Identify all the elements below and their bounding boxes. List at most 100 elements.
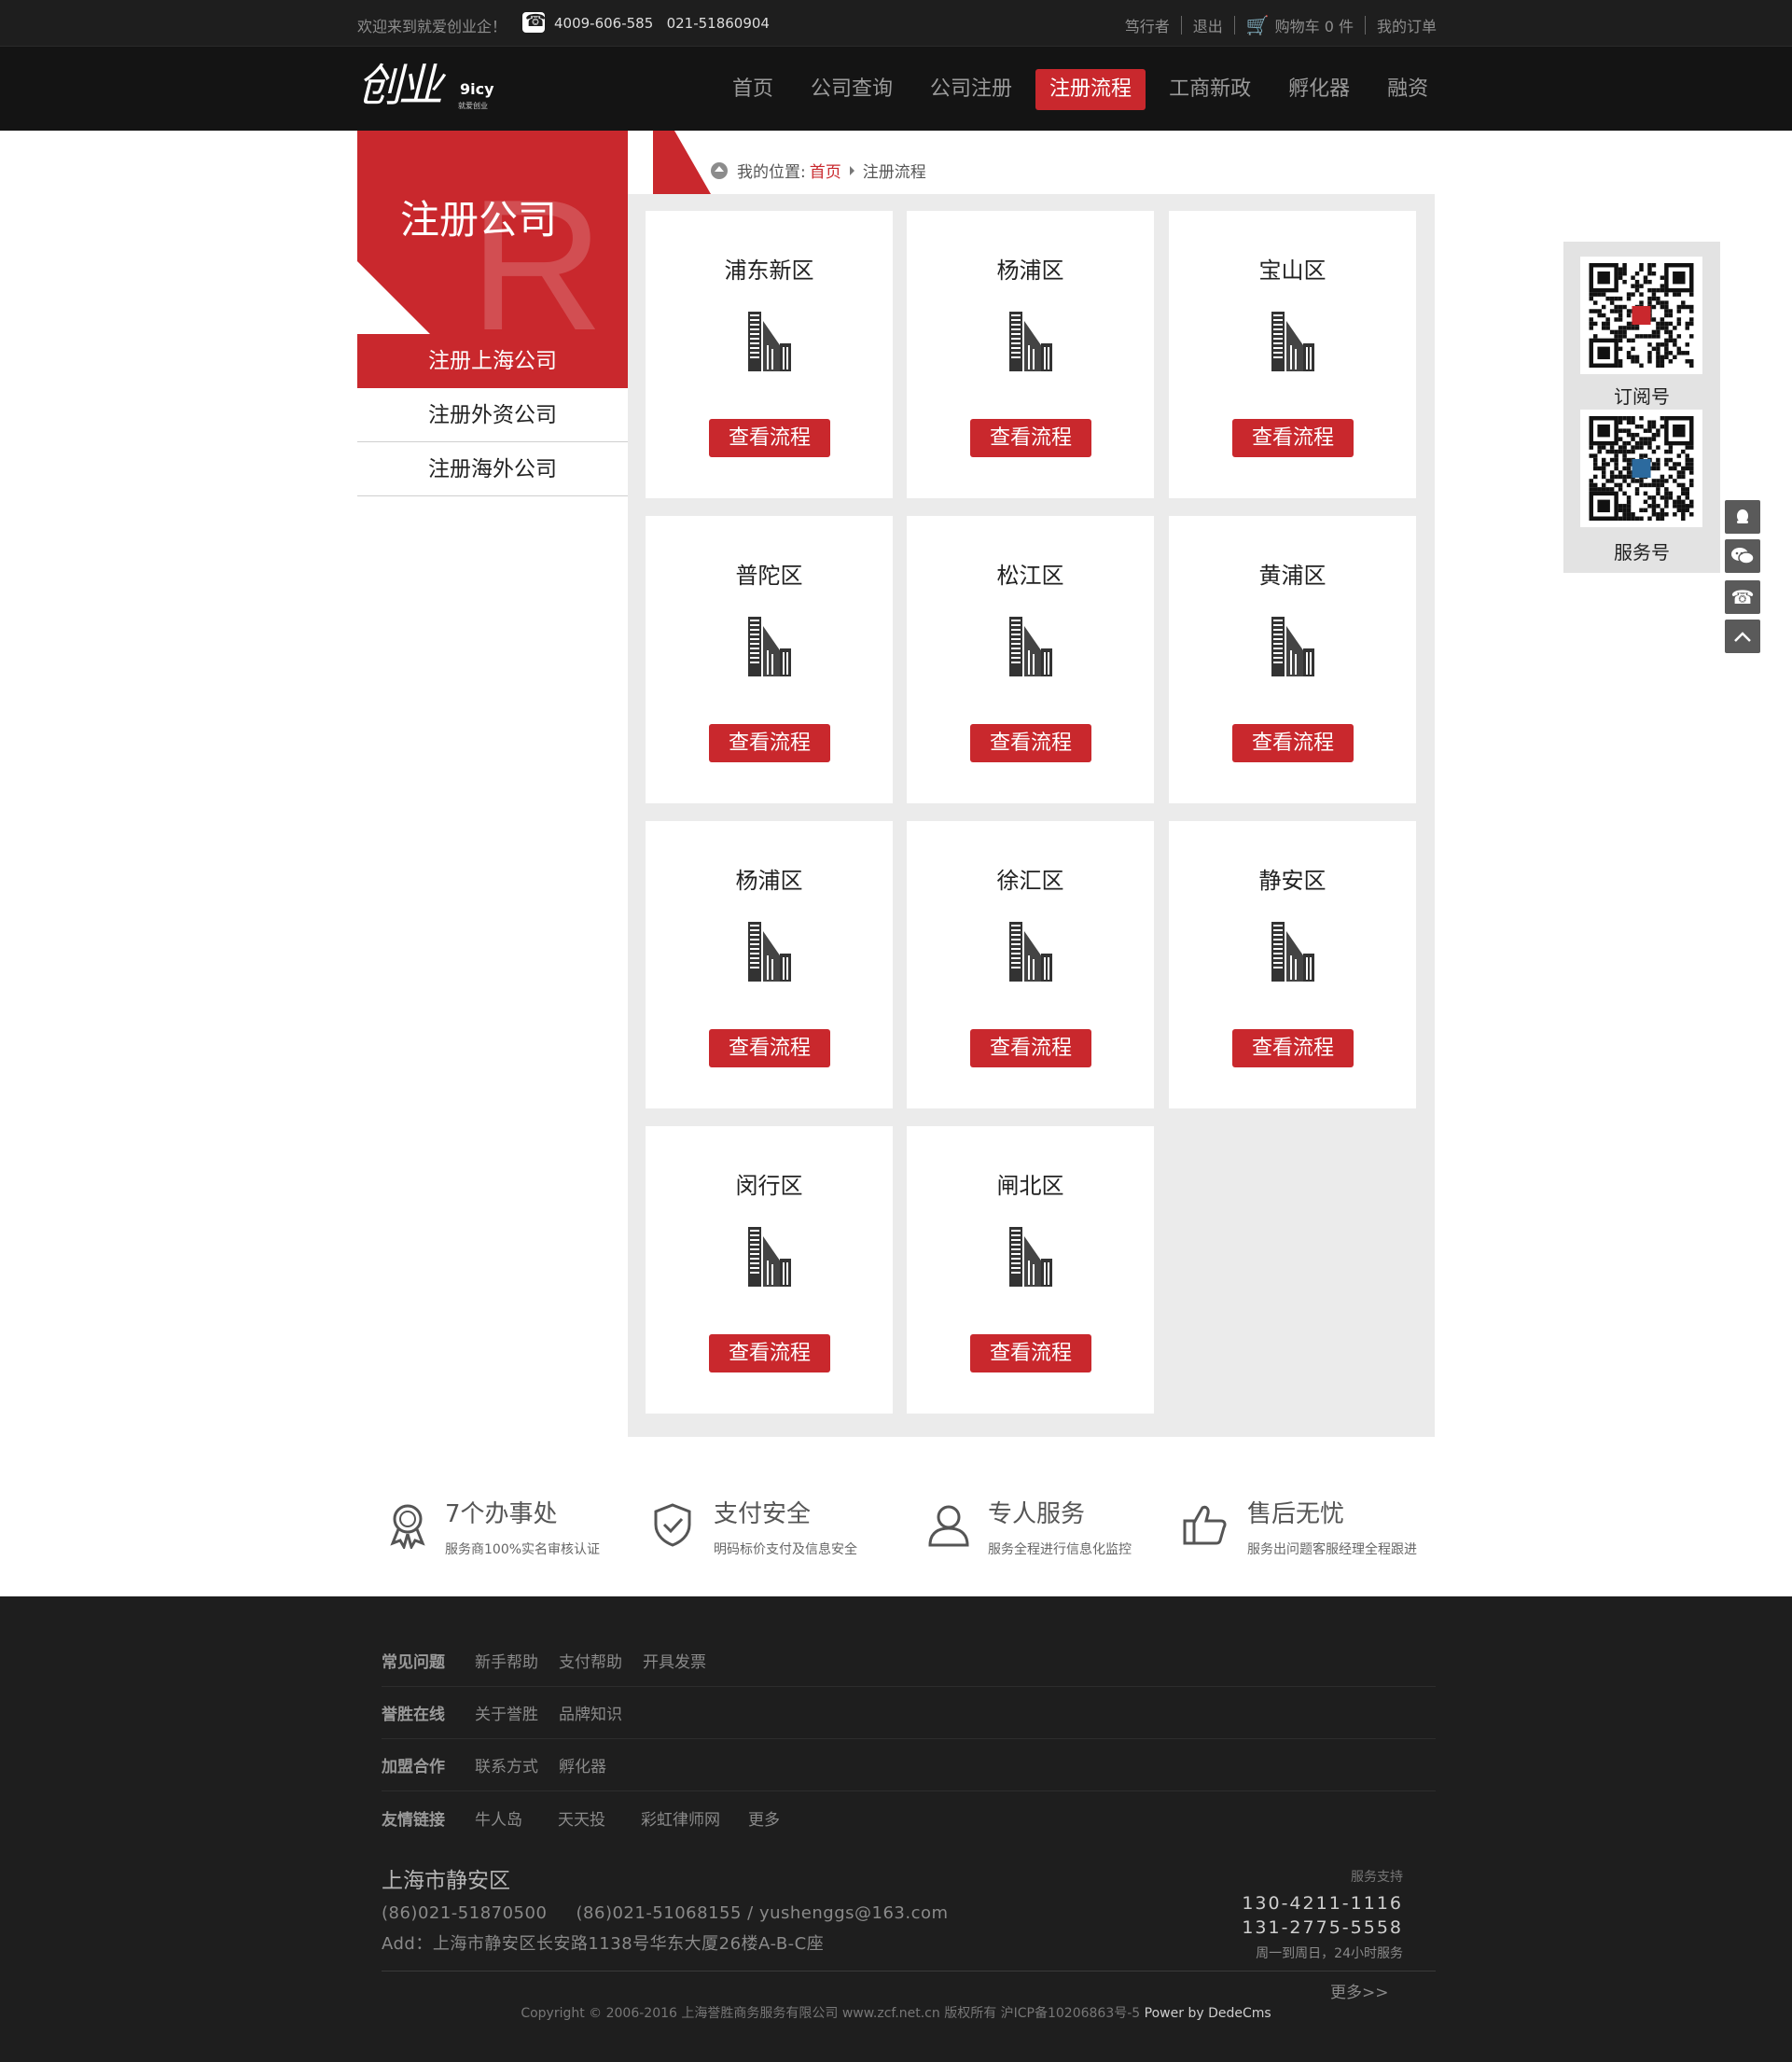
cart-link[interactable]: 购物车 0 件: [1275, 14, 1354, 36]
district-name: 普陀区: [735, 563, 803, 589]
district-card: 浦东新区 查看流程: [646, 211, 893, 498]
footer-link[interactable]: 开具发票: [643, 1649, 706, 1672]
breadcrumb-current: 注册流程: [862, 163, 926, 182]
side-item-foreign-company[interactable]: 注册外资公司: [357, 388, 628, 442]
wechat-icon[interactable]: [1725, 539, 1760, 573]
view-process-button[interactable]: 查看流程: [709, 419, 830, 457]
logo-mark: 创业: [357, 60, 443, 112]
username-link[interactable]: 笃行者: [1125, 14, 1170, 36]
award-icon: [390, 1504, 425, 1549]
district-card: 静安区 查看流程: [1169, 821, 1416, 1108]
footer-link[interactable]: 支付帮助: [559, 1649, 622, 1672]
view-process-button[interactable]: 查看流程: [709, 1029, 830, 1067]
nav-home[interactable]: 首页: [718, 69, 787, 110]
view-process-button[interactable]: 查看流程: [1232, 419, 1354, 457]
district-card: 徐汇区 查看流程: [907, 821, 1154, 1108]
welcome-text: 欢迎来到就爱创业企！: [357, 18, 507, 35]
building-icon: [1009, 617, 1052, 676]
breadcrumb-label: 我的位置:: [737, 163, 806, 182]
person-icon: [928, 1505, 969, 1547]
service-qr-label: 服务号: [1614, 541, 1670, 564]
district-name: 闸北区: [996, 1173, 1064, 1199]
district-card: 杨浦区 查看流程: [907, 211, 1154, 498]
district-name: 杨浦区: [996, 258, 1064, 284]
feature-subtitle: 服务出问题客服经理全程跟进: [1247, 1542, 1417, 1557]
footer-link[interactable]: 天天投: [558, 1806, 605, 1830]
qr-pattern: [1589, 416, 1694, 521]
view-process-button[interactable]: 查看流程: [1232, 724, 1354, 762]
nav-company-registration[interactable]: 公司注册: [916, 69, 1026, 110]
thumbs-up-icon: [1183, 1505, 1227, 1545]
feature-subtitle: 明码标价支付及信息安全: [714, 1542, 857, 1557]
view-process-button[interactable]: 查看流程: [970, 1334, 1091, 1372]
nav-incubator[interactable]: 孵化器: [1274, 69, 1364, 110]
phone-icon[interactable]: ☎: [1725, 580, 1760, 614]
feature-strip: 7个办事处 服务商100%实名审核认证 支付安全 明码标价支付及信息安全 专人服…: [357, 1484, 1437, 1558]
footer-link[interactable]: 品牌知识: [559, 1701, 622, 1724]
building-icon: [748, 617, 791, 676]
my-orders-link[interactable]: 我的订单: [1377, 14, 1437, 36]
footer-link[interactable]: 牛人岛: [475, 1806, 522, 1830]
footer-more-link[interactable]: 更多>>: [1330, 1979, 1389, 2002]
logout-link[interactable]: 退出: [1193, 14, 1223, 36]
footer-contact-line: (86)021-51870500 (86)021-51068155 / yush…: [382, 1903, 949, 1923]
view-process-button[interactable]: 查看流程: [970, 1029, 1091, 1067]
phone-icon: [522, 11, 546, 33]
qr-panel: 订阅号 服务号: [1563, 242, 1720, 573]
district-grid: 浦东新区 查看流程 杨浦区 查看流程 宝山区 查看流程 普陀区 查看流程 松江区 查看流程 黄浦区查…: [628, 194, 1435, 1437]
view-process-button[interactable]: 查看流程: [970, 419, 1091, 457]
view-process-button[interactable]: 查看流程: [1232, 1029, 1354, 1067]
divider: [1180, 16, 1182, 35]
district-card: 杨浦区 查看流程: [646, 821, 893, 1108]
qq-icon[interactable]: [1725, 500, 1760, 534]
building-icon: [748, 1227, 791, 1287]
hotline-numbers: 4009-606-585 021-51860904: [554, 15, 770, 32]
district-card: 闸北区 查看流程: [907, 1126, 1154, 1414]
footer-support: 服务支持 130-4211-1116 131-2775-5558 周一到周日，2…: [1242, 1867, 1403, 1962]
district-name: 黄浦区: [1258, 563, 1327, 589]
nav-financing[interactable]: 融资: [1373, 69, 1442, 110]
side-item-overseas-company[interactable]: 注册海外公司: [357, 442, 628, 496]
main-header: 创业 9icy 就爱创业 首页 公司查询 公司注册 注册流程 工商新政 孵化器 …: [0, 47, 1792, 131]
district-name: 闵行区: [735, 1173, 803, 1199]
footer-link[interactable]: 联系方式: [475, 1753, 538, 1776]
nav-company-search[interactable]: 公司查询: [797, 69, 907, 110]
footer-link[interactable]: 孵化器: [559, 1753, 606, 1776]
footer-link[interactable]: 彩虹律师网: [641, 1806, 720, 1830]
feature-subtitle: 服务全程进行信息化监控: [988, 1542, 1132, 1557]
footer-link[interactable]: 更多: [748, 1806, 780, 1830]
district-name: 宝山区: [1258, 258, 1327, 284]
site-footer: 常见问题 新手帮助 支付帮助 开具发票 誉胜在线 关于誉胜 品牌知识 加盟合作 …: [0, 1596, 1792, 2062]
back-to-top-icon[interactable]: [1725, 620, 1760, 653]
district-name: 徐汇区: [996, 868, 1064, 894]
main-nav: 首页 公司查询 公司注册 注册流程 工商新政 孵化器 融资: [709, 69, 1442, 110]
district-card: 闵行区 查看流程: [646, 1126, 893, 1414]
view-process-button[interactable]: 查看流程: [709, 1334, 830, 1372]
shield-check-icon: [654, 1503, 691, 1547]
footer-city: 上海市静安区: [382, 1869, 510, 1893]
nav-new-policies[interactable]: 工商新政: [1155, 69, 1265, 110]
footer-link[interactable]: 关于誉胜: [475, 1701, 538, 1724]
view-process-button[interactable]: 查看流程: [709, 724, 830, 762]
site-logo[interactable]: 创业 9icy 就爱创业: [357, 58, 507, 119]
nav-registration-process[interactable]: 注册流程: [1035, 69, 1146, 110]
building-icon: [1271, 312, 1314, 371]
view-process-button[interactable]: 查看流程: [970, 724, 1091, 762]
footer-row-key: 加盟合作: [382, 1758, 445, 1776]
footer-link[interactable]: 新手帮助: [475, 1649, 538, 1672]
feature-title: 专人服务: [988, 1500, 1086, 1528]
side-item-shanghai-company[interactable]: 注册上海公司: [357, 334, 628, 388]
footer-address-line: Add：上海市静安区长安路1138号华东大厦26楼A-B-C座: [382, 1934, 825, 1954]
feature-title: 售后无忧: [1247, 1500, 1345, 1528]
cart-icon[interactable]: 🛒: [1246, 16, 1270, 35]
breadcrumb-home-link[interactable]: 首页: [810, 159, 841, 182]
district-name: 松江区: [996, 563, 1064, 589]
logo-chinese: 就爱创业: [458, 102, 488, 110]
subscription-qr-label: 订阅号: [1614, 385, 1670, 408]
building-icon: [748, 922, 791, 982]
home-icon: [711, 161, 728, 179]
building-icon: [1271, 922, 1314, 982]
building-icon: [1271, 617, 1314, 676]
building-icon: [1009, 312, 1052, 371]
divider: [1364, 16, 1366, 35]
